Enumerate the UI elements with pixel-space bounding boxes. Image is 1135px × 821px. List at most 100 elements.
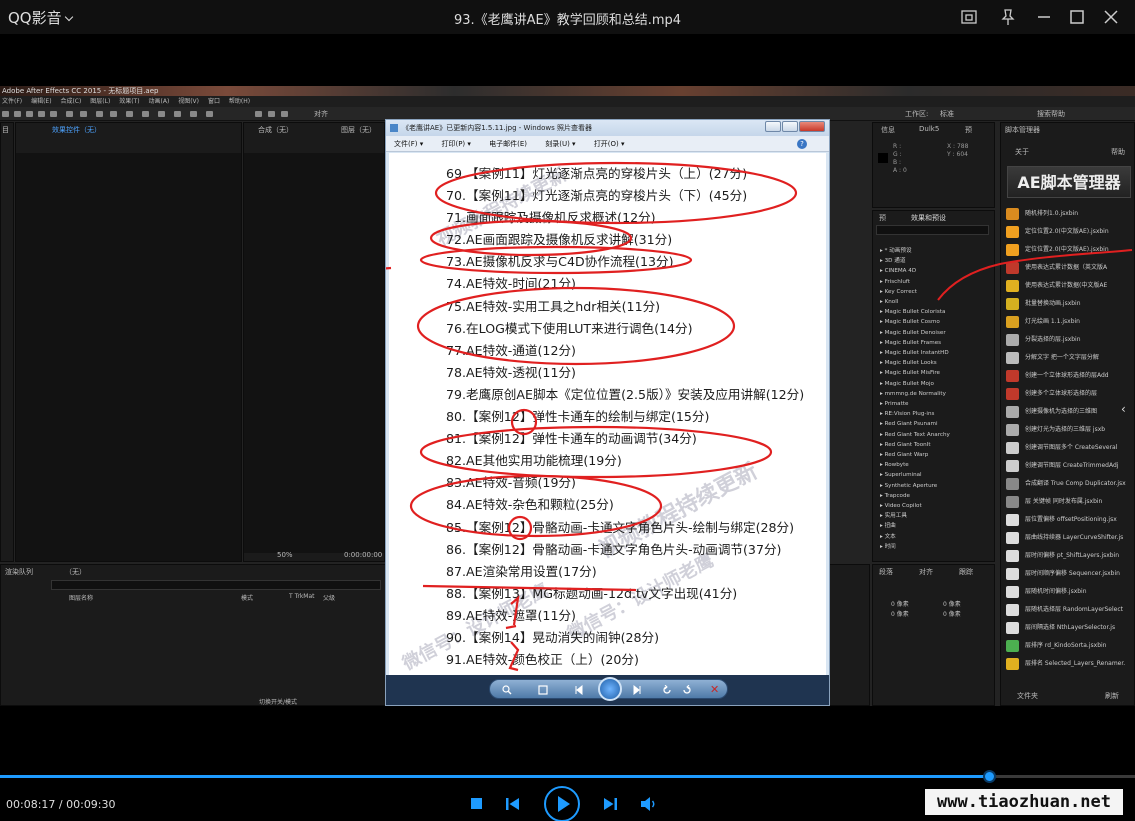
effects-category[interactable]: ▸ Magic Bullet Denoiser bbox=[880, 328, 990, 338]
pin-icon[interactable] bbox=[999, 8, 1017, 26]
effects-category[interactable]: ▸ Magic Bullet Mojo bbox=[880, 379, 990, 389]
timeline-tab[interactable]: （无） bbox=[65, 567, 86, 577]
ae-menu-item: 动画(A) bbox=[148, 98, 170, 105]
viewer-menu-email[interactable]: 电子邮件(E) bbox=[489, 140, 527, 148]
effects-presets-tab[interactable]: 效果和预设 bbox=[911, 213, 946, 223]
seek-bar[interactable] bbox=[0, 770, 1135, 783]
ae-tool-icon bbox=[158, 111, 165, 117]
stop-icon[interactable] bbox=[470, 797, 484, 811]
script-item[interactable]: 层位置偏移 offsetPositioning.jsx bbox=[1005, 511, 1133, 529]
previous-icon[interactable] bbox=[505, 796, 521, 812]
close-icon[interactable] bbox=[1102, 8, 1120, 26]
sm-refresh-button[interactable]: 刷新 bbox=[1105, 691, 1119, 701]
effects-category[interactable]: ▸ Trapcode bbox=[880, 491, 990, 501]
viewer-menu-open[interactable]: 打开(O) ▾ bbox=[594, 140, 625, 148]
effects-category[interactable]: ▸ 时间 bbox=[880, 542, 990, 552]
effects-category[interactable]: ▸ Magic Bullet Frames bbox=[880, 338, 990, 348]
video-frame[interactable]: Adobe After Effects CC 2015 - 无标题项目.aep … bbox=[0, 86, 1135, 706]
screenshot-icon[interactable] bbox=[960, 8, 978, 26]
play-icon[interactable] bbox=[543, 785, 581, 821]
effects-search-input[interactable] bbox=[876, 225, 989, 235]
effects-category[interactable]: ▸ Video Copilot bbox=[880, 501, 990, 511]
effects-category[interactable]: ▸ Magic Bullet MisFire bbox=[880, 368, 990, 378]
course-line: 72.AE画面跟踪及摄像机反求讲解(31分) bbox=[446, 232, 673, 248]
viewer-maximize-button[interactable] bbox=[782, 121, 798, 132]
effects-category[interactable]: ▸ mmmng.de Normality bbox=[880, 389, 990, 399]
timeline-search-input[interactable] bbox=[51, 580, 381, 590]
script-item[interactable]: 创建调节图层 CreateTrimmedAdj bbox=[1005, 457, 1133, 475]
viewer-close-button[interactable] bbox=[799, 121, 825, 132]
viewer-menu-file[interactable]: 文件(F) ▾ bbox=[394, 140, 423, 148]
script-item[interactable]: 层 关键帧 同时发布属.jsxbin bbox=[1005, 493, 1133, 511]
effects-category[interactable]: ▸ Red Giant ToonIt bbox=[880, 440, 990, 450]
course-list-image: 视频教程持续更新 视频教程持续更新 微信号：设计师老鹰 微信号：设计师老鹰 69… bbox=[389, 153, 826, 675]
script-item[interactable]: 层随机时间偏移.jsxbin bbox=[1005, 583, 1133, 601]
zoom-icon[interactable] bbox=[502, 685, 512, 695]
script-item[interactable]: 灯光绘画 1.1.jsxbin bbox=[1005, 313, 1133, 331]
actual-size-icon[interactable] bbox=[538, 685, 548, 695]
script-item[interactable]: 层随机选择层 RandomLayerSelect bbox=[1005, 601, 1133, 619]
delete-icon[interactable]: ✕ bbox=[710, 684, 721, 695]
effects-category[interactable]: ▸ Primatte bbox=[880, 399, 990, 409]
next-image-icon[interactable] bbox=[632, 685, 642, 695]
effects-category[interactable]: ▸ Red Giant Psunami bbox=[880, 419, 990, 429]
effects-category[interactable]: ▸ Magic Bullet Colorista bbox=[880, 307, 990, 317]
rotate-left-icon[interactable] bbox=[662, 685, 672, 695]
chevron-left-icon[interactable]: ‹ bbox=[1121, 402, 1126, 416]
effects-category[interactable]: ▸ 扭曲 bbox=[880, 521, 990, 531]
slideshow-icon[interactable] bbox=[598, 677, 622, 701]
script-item[interactable]: 创建多个立体球形选择的层 bbox=[1005, 385, 1133, 403]
seek-bar-handle[interactable] bbox=[982, 770, 996, 783]
script-item[interactable]: 创建一个立体球形选择的层Add bbox=[1005, 367, 1133, 385]
course-line: 75.AE特效-实用工具之hdr相关(11分) bbox=[446, 298, 661, 314]
script-item[interactable]: 层时间偏移 pt_ShiftLayers.jsxbin bbox=[1005, 547, 1133, 565]
paragraph-tab[interactable]: 段落 bbox=[879, 567, 893, 577]
script-icon bbox=[1006, 496, 1019, 508]
script-item[interactable]: 合成翻译 True Comp Duplicator.jsx bbox=[1005, 475, 1133, 493]
course-line: 85.【案例12】骨骼动画-卡通文字角色片头-绘制与绑定(28分) bbox=[446, 519, 795, 535]
ae-menu-item: 帮助(H) bbox=[228, 98, 251, 105]
effects-category[interactable]: ▸ Synthetic Aperture bbox=[880, 481, 990, 491]
effects-category[interactable]: ▸ 实用工具 bbox=[880, 511, 990, 521]
script-icon bbox=[1006, 550, 1019, 562]
script-item[interactable]: 层排序 rd_KindoSorta.jsxbin bbox=[1005, 637, 1133, 655]
script-item[interactable]: 层曲线持续器 LayerCurveShifter.js bbox=[1005, 529, 1133, 547]
sm-folder-button[interactable]: 文件夹 bbox=[1017, 691, 1038, 701]
next-icon[interactable] bbox=[602, 796, 618, 812]
toggle-modes-label[interactable]: 切换开关/模式 bbox=[259, 697, 297, 706]
script-item[interactable]: 创建调节图层多个 CreateSeveral bbox=[1005, 439, 1133, 457]
render-queue-tab[interactable]: 渲染队列 bbox=[5, 567, 33, 577]
viewer-menu-burn[interactable]: 刻录(U) ▾ bbox=[545, 140, 575, 148]
sm-about-tab[interactable]: 关于 bbox=[1015, 147, 1029, 157]
script-item[interactable]: 创建灯光为选择的三维层 jsxb bbox=[1005, 421, 1133, 439]
effects-category[interactable]: ▸ Superluminal bbox=[880, 470, 990, 480]
script-item[interactable]: 随机排列1.0.jsxbin bbox=[1005, 205, 1133, 223]
script-icon bbox=[1006, 622, 1019, 634]
sm-help-tab[interactable]: 帮助 bbox=[1111, 147, 1125, 157]
script-item[interactable]: 创建摄像机为选择的三维图 bbox=[1005, 403, 1133, 421]
align-tab[interactable]: 对齐 bbox=[919, 567, 933, 577]
script-item[interactable]: 层排名 Selected_Layers_Renamer. bbox=[1005, 655, 1133, 673]
effects-category[interactable]: ▸ Red Giant Warp bbox=[880, 450, 990, 460]
info-r: R : bbox=[893, 143, 902, 150]
effects-category[interactable]: ▸ Magic Bullet Cosmo bbox=[880, 317, 990, 327]
volume-icon[interactable] bbox=[640, 796, 658, 812]
script-item[interactable]: 分解文字 把一个文字层分解 bbox=[1005, 349, 1133, 367]
help-icon[interactable]: ? bbox=[797, 139, 807, 149]
minimize-icon[interactable] bbox=[1035, 8, 1053, 26]
script-item[interactable]: 层时间顺序偏移 Sequencer.jsxbin bbox=[1005, 565, 1133, 583]
rotate-right-icon[interactable] bbox=[682, 685, 692, 695]
maximize-icon[interactable] bbox=[1068, 8, 1086, 26]
viewer-menu-print[interactable]: 打印(P) ▾ bbox=[441, 140, 470, 148]
effects-category[interactable]: ▸ Red Giant Text Anarchy bbox=[880, 430, 990, 440]
effects-category[interactable]: ▸ Magic Bullet Looks bbox=[880, 358, 990, 368]
script-item[interactable]: 层间隔选择 NthLayerSelector.js bbox=[1005, 619, 1133, 637]
viewer-minimize-button[interactable] bbox=[765, 121, 781, 132]
effects-category[interactable]: ▸ Magic Bullet InstantHD bbox=[880, 348, 990, 358]
script-item[interactable]: 分裂选择的层.jsxbin bbox=[1005, 331, 1133, 349]
effects-category[interactable]: ▸ Rowbyte bbox=[880, 460, 990, 470]
effects-category[interactable]: ▸ RE:Vision Plug-ins bbox=[880, 409, 990, 419]
tracker-tab[interactable]: 跟踪 bbox=[959, 567, 973, 577]
effects-category[interactable]: ▸ 文本 bbox=[880, 532, 990, 542]
previous-image-icon[interactable] bbox=[574, 685, 584, 695]
